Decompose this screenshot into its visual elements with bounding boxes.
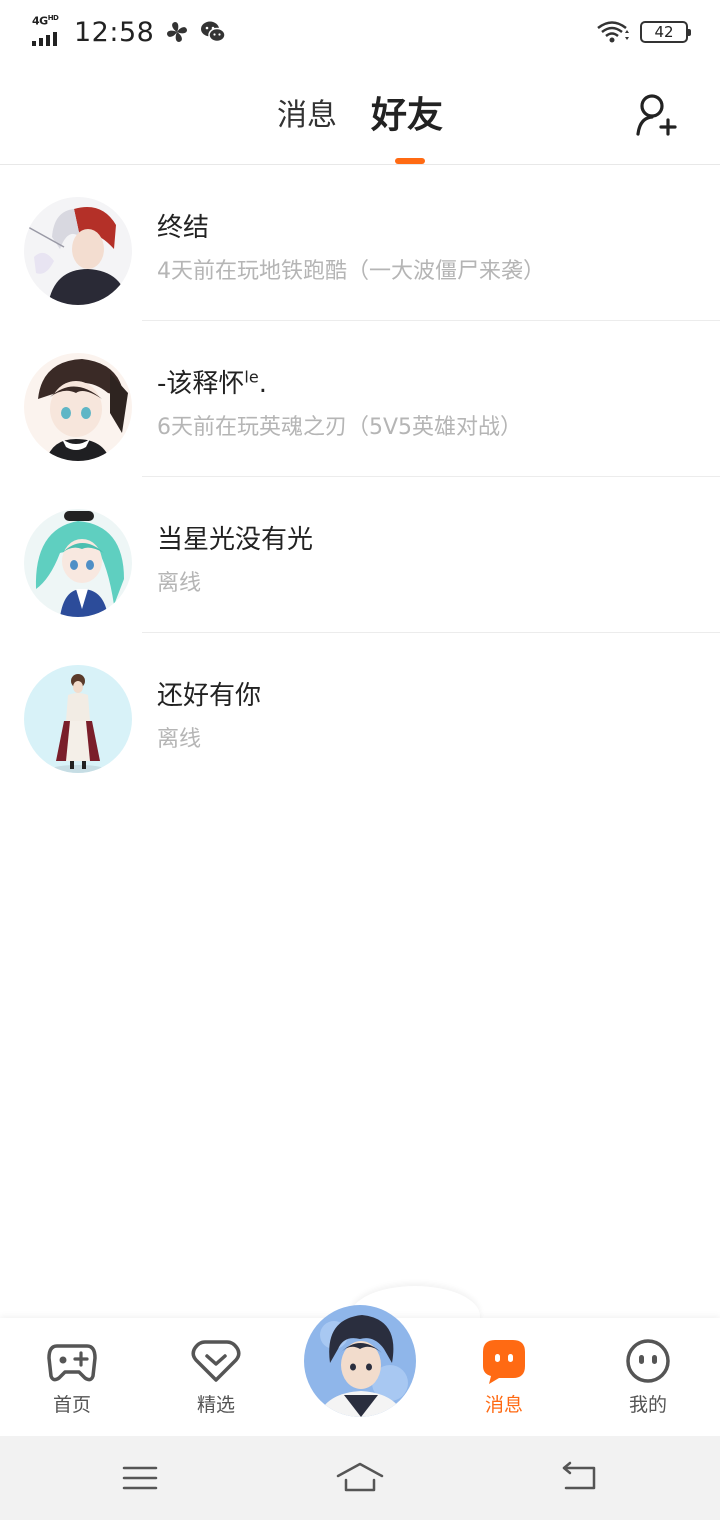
friend-name-sup: le — [244, 367, 259, 387]
avatar[interactable] — [24, 509, 132, 617]
system-menu-button[interactable] — [110, 1454, 170, 1502]
tab-friends[interactable]: 好友 — [371, 86, 443, 138]
menu-icon — [122, 1466, 158, 1490]
friend-list: 终结 4天前在玩地铁跑酷（一大波僵尸来袭） -该释怀le. 6天前在玩英魂之刃（… — [0, 165, 720, 789]
friend-name: -该释怀le. — [157, 363, 267, 400]
friend-name-text: 还好有你 — [157, 681, 262, 711]
wifi-icon — [597, 21, 629, 43]
gamepad-icon — [47, 1344, 97, 1382]
friend-row[interactable]: -该释怀le. 6天前在玩英魂之刃（5V5英雄对战） — [0, 321, 720, 477]
friend-name: 当星光没有光 — [157, 519, 313, 556]
home-icon — [336, 1462, 384, 1492]
heart-icon — [191, 1340, 241, 1382]
nav-profile[interactable]: 我的 — [598, 1338, 698, 1417]
friend-row[interactable]: 还好有你 离线 — [0, 633, 720, 789]
face-icon — [626, 1339, 670, 1383]
network-type: 4GHD — [32, 14, 59, 28]
header: 消息 好友 — [0, 64, 720, 164]
clock: 12:58 — [74, 16, 155, 48]
nav-home[interactable]: 首页 — [22, 1338, 122, 1417]
friend-name-text: -该释怀 — [157, 369, 245, 399]
friend-status: 6天前在玩英魂之刃（5V5英雄对战） — [157, 415, 523, 440]
friend-name: 终结 — [157, 207, 209, 244]
friend-name-suffix: . — [258, 369, 267, 399]
avatar[interactable] — [24, 665, 132, 773]
friend-name: 还好有你 — [157, 675, 261, 712]
nav-profile-label: 我的 — [628, 1394, 667, 1416]
wechat-icon — [201, 21, 227, 43]
friend-status: 离线 — [157, 571, 202, 596]
system-back-button[interactable] — [550, 1454, 610, 1502]
nav-featured-label: 精选 — [196, 1394, 235, 1416]
friend-row[interactable]: 当星光没有光 离线 — [0, 477, 720, 633]
nav-messages-label: 消息 — [484, 1394, 523, 1416]
status-bar: 4GHD 12:58 42 — [0, 0, 720, 64]
status-right: 42 — [596, 19, 691, 45]
friend-status: 4天前在玩地铁跑酷（一大波僵尸来袭） — [157, 259, 545, 284]
system-nav — [0, 1436, 720, 1520]
fan-app-icon — [167, 22, 188, 42]
system-home-button[interactable] — [330, 1454, 390, 1502]
battery-indicator: 42 — [640, 21, 691, 43]
screen: 4GHD 12:58 42 消息 好友 终结 4天前在玩地铁跑酷（一大波僵尸来袭… — [0, 0, 720, 1520]
nav-home-label: 首页 — [52, 1394, 91, 1416]
friend-status: 离线 — [157, 727, 202, 752]
nav-messages[interactable]: 消息 — [454, 1338, 554, 1417]
avatar[interactable] — [24, 353, 132, 461]
add-friend-icon[interactable] — [634, 92, 680, 138]
friend-name-text: 当星光没有光 — [157, 525, 314, 555]
tab-messages[interactable]: 消息 — [277, 90, 337, 142]
message-icon — [483, 1340, 525, 1384]
tab-bar: 消息 好友 — [0, 90, 720, 142]
network-hd-label: HD — [47, 14, 59, 22]
network-label: 4G — [32, 14, 48, 28]
signal-icon: 4GHD — [32, 14, 64, 48]
nav-featured[interactable]: 精选 — [166, 1338, 266, 1417]
avatar[interactable] — [24, 197, 132, 305]
battery-level: 42 — [654, 23, 674, 41]
nav-center-avatar[interactable] — [304, 1305, 416, 1417]
friend-name-text: 终结 — [157, 213, 210, 243]
status-left: 4GHD 12:58 — [32, 14, 227, 48]
back-icon — [562, 1461, 596, 1490]
friend-row[interactable]: 终结 4天前在玩地铁跑酷（一大波僵尸来袭） — [0, 165, 720, 321]
